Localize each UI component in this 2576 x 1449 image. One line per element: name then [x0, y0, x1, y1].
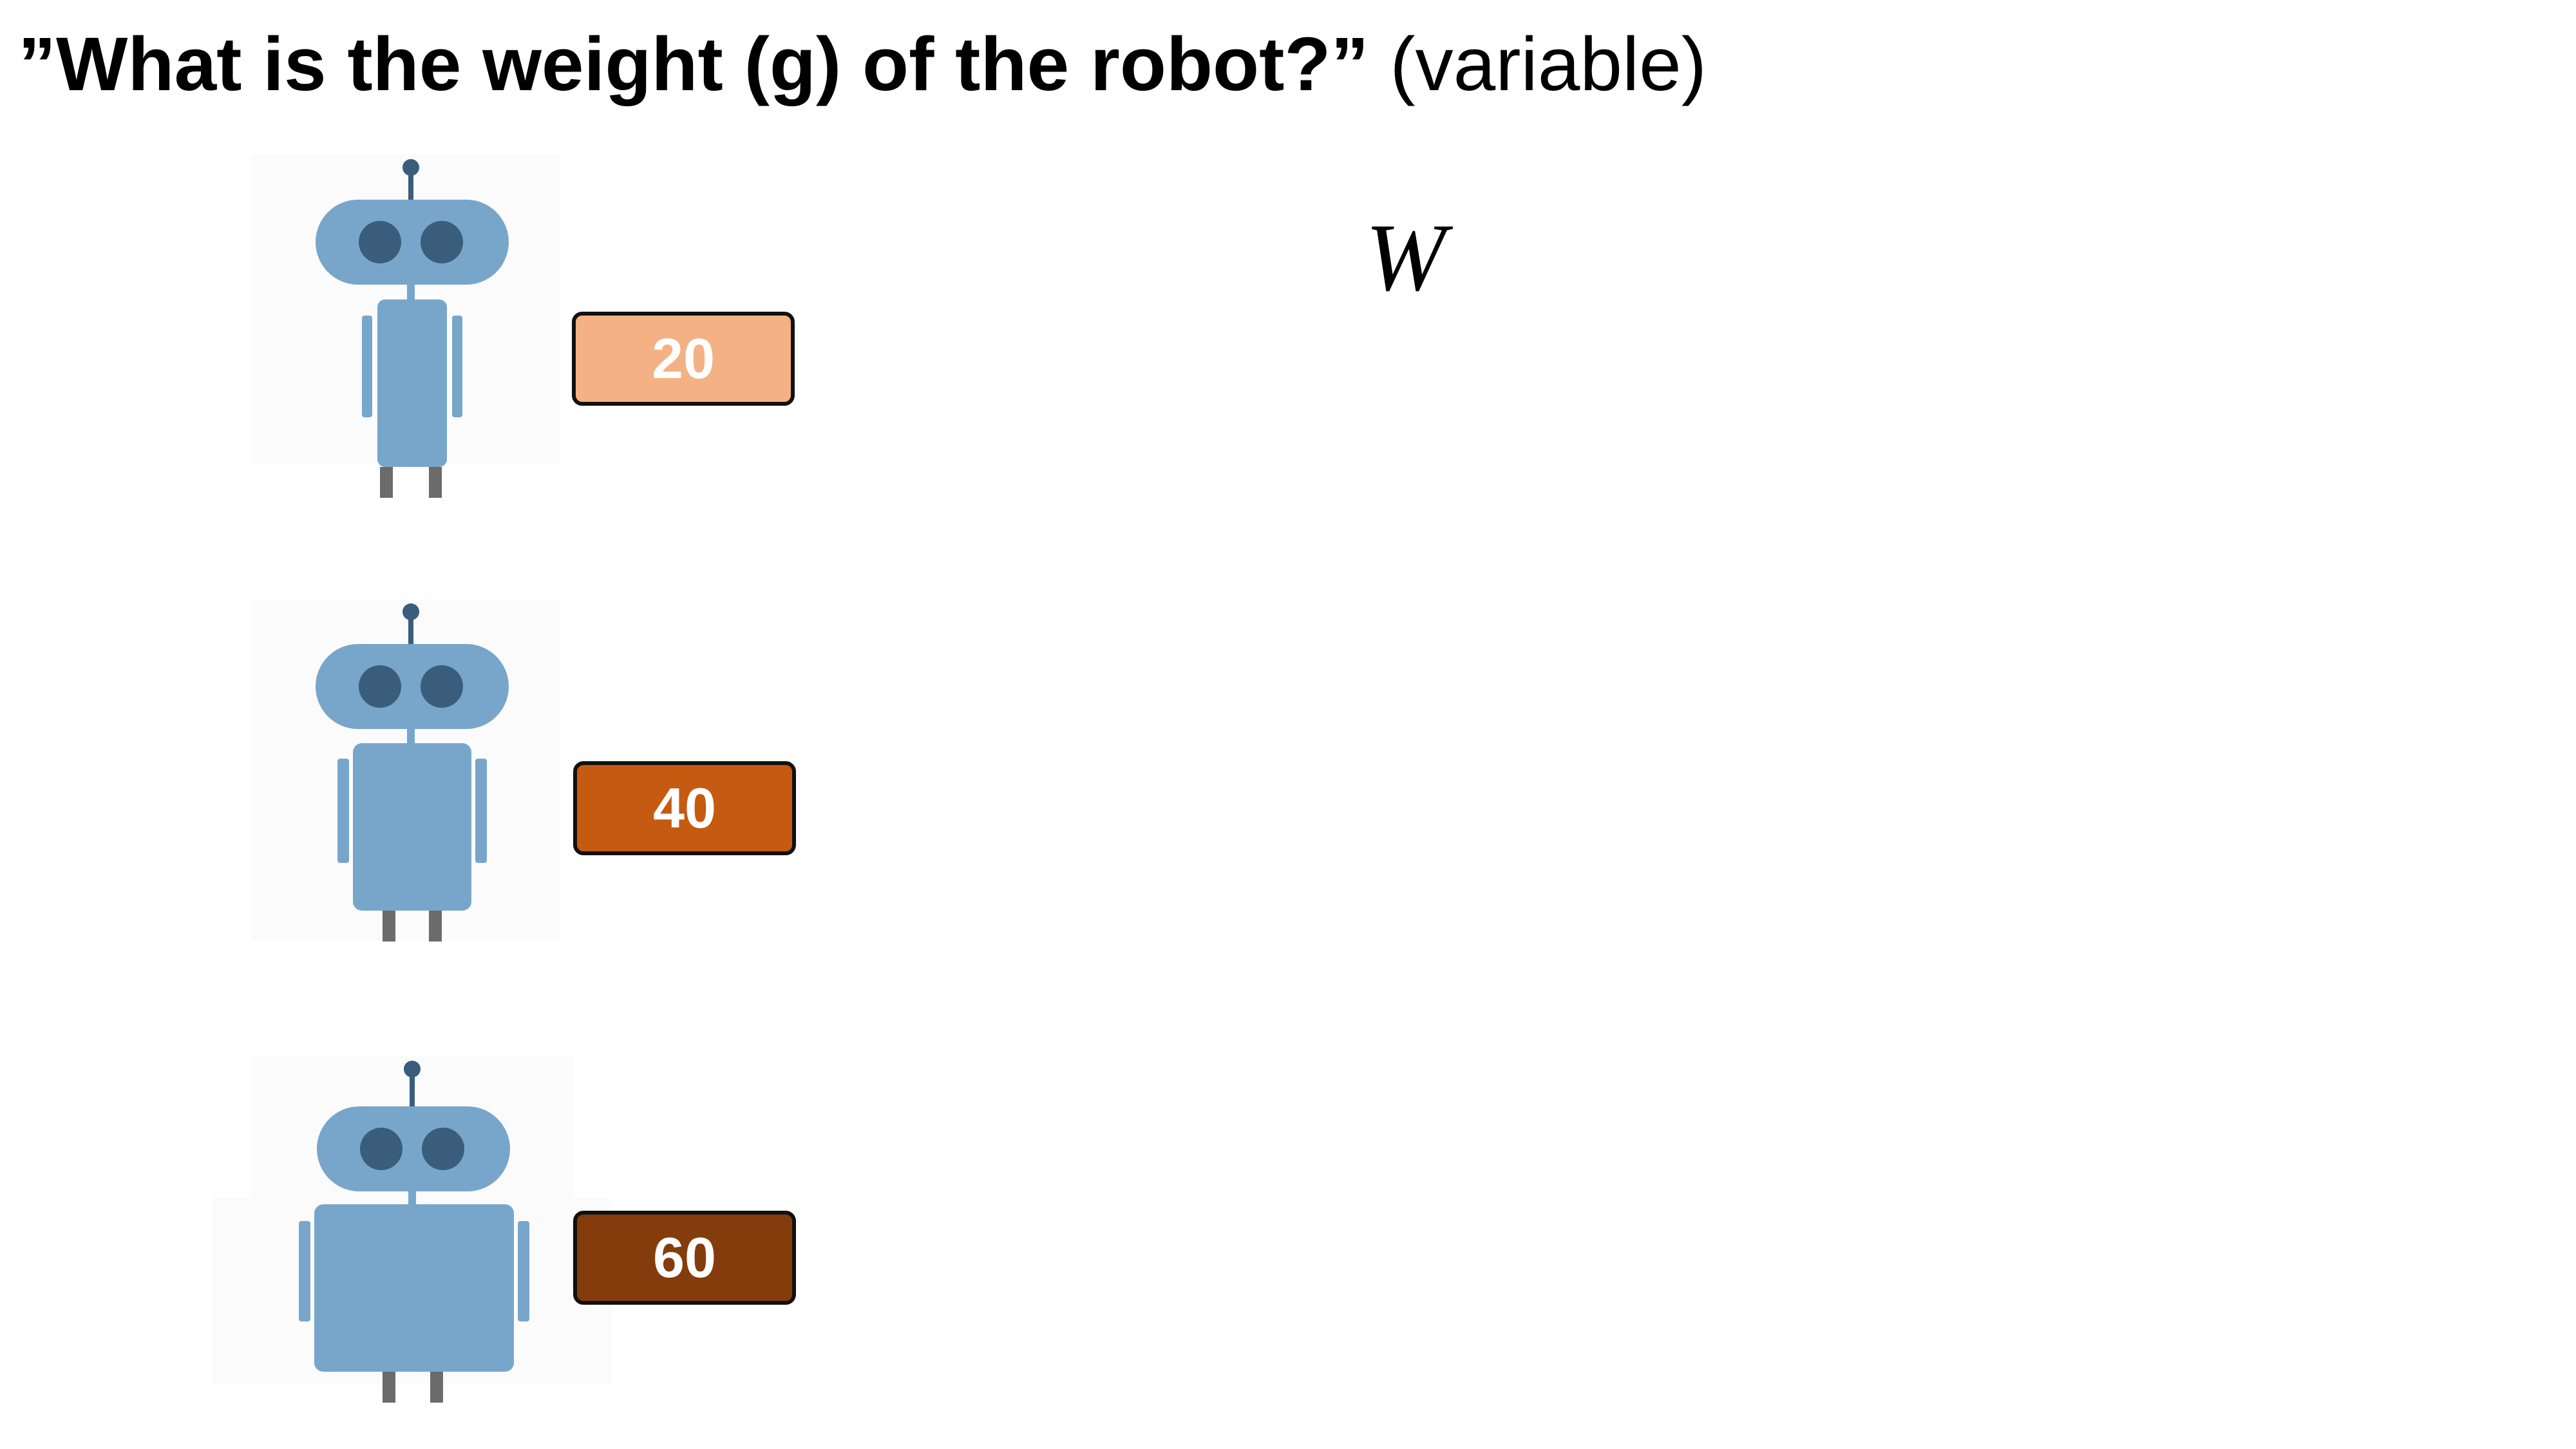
- robot-small: [251, 155, 560, 502]
- page-title: ”What is the weight (g) of the robot?” (…: [18, 13, 1707, 116]
- robot-large: [213, 1056, 612, 1404]
- robot-medium: [251, 599, 560, 947]
- title-tag: (variable): [1368, 22, 1707, 107]
- weight-label-20: 20: [572, 312, 795, 406]
- variable-symbol: W: [1365, 204, 1446, 311]
- weight-label-40: 40: [573, 761, 796, 855]
- title-question: ”What is the weight (g) of the robot?”: [18, 22, 1369, 107]
- weight-label-60: 60: [573, 1211, 796, 1305]
